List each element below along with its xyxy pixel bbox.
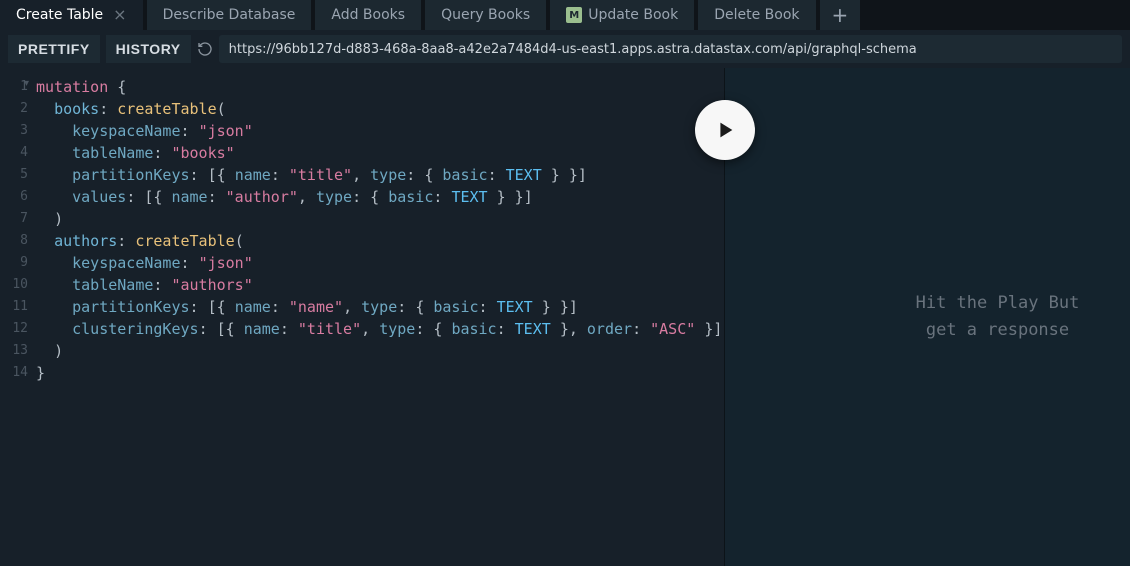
prettify-button[interactable]: PRETTIFY [8,35,100,63]
query-editor[interactable]: ▾ 1234567891011121314 mutation { books: … [0,68,724,566]
history-button[interactable]: HISTORY [106,35,191,63]
tab-update-book[interactable]: M Update Book [550,0,694,30]
result-hint: Hit the Play But get a response [916,290,1080,344]
close-icon[interactable]: × [113,7,126,23]
tab-describe-database[interactable]: Describe Database [147,0,312,30]
play-button[interactable] [695,100,755,160]
tab-label: Describe Database [163,7,296,23]
tab-label: Update Book [588,7,678,23]
toolbar: PRETTIFY HISTORY https://96bb127d-d883-4… [0,30,1130,68]
tab-add-books[interactable]: Add Books [315,0,421,30]
tab-label: Add Books [331,7,405,23]
play-icon [714,119,736,141]
tab-label: Delete Book [714,7,799,23]
result-pane: Hit the Play But get a response [724,68,1130,566]
endpoint-url-text: https://96bb127d-d883-468a-8aa8-a42e2a74… [229,42,917,57]
mutation-badge: M [566,7,582,23]
tab-label: Create Table [16,7,103,23]
main-area: ▾ 1234567891011121314 mutation { books: … [0,68,1130,566]
line-gutter: 1234567891011121314 [0,68,32,566]
code-content[interactable]: mutation { books: createTable( keyspaceN… [32,68,724,566]
tab-label: Query Books [441,7,530,23]
refresh-icon[interactable] [197,41,213,57]
tab-delete-book[interactable]: Delete Book [698,0,815,30]
endpoint-url-input[interactable]: https://96bb127d-d883-468a-8aa8-a42e2a74… [219,35,1122,63]
add-tab-button[interactable]: + [820,0,861,30]
tab-create-table[interactable]: Create Table × [0,0,143,30]
plus-icon: + [832,3,849,27]
tab-query-books[interactable]: Query Books [425,0,546,30]
tab-bar: Create Table × Describe Database Add Boo… [0,0,1130,30]
